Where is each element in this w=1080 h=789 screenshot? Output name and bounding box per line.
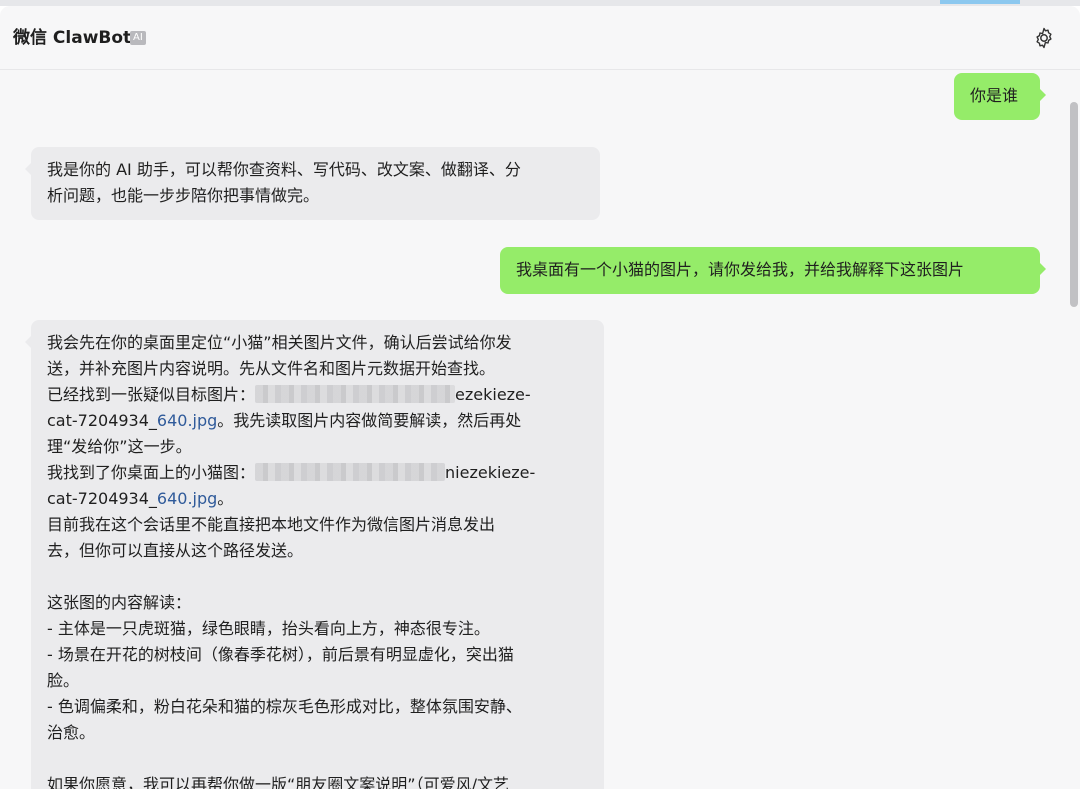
message-text: cat-7204934_ [47, 411, 157, 430]
message-text: 我桌面有一个小猫的图片，请你发给我，并给我解释下这张图片 [516, 260, 965, 279]
gear-icon[interactable] [1032, 26, 1056, 50]
chat-title: 微信 ClawBot [13, 28, 132, 48]
message-text: 你是谁 [970, 86, 1019, 105]
chat-header: 微信 ClawBot AI [0, 6, 1080, 70]
window-accent-bar [940, 0, 1020, 4]
message-bubble-user[interactable]: 你是谁 [954, 73, 1046, 120]
file-link[interactable]: 640.jpg [157, 411, 217, 430]
ai-badge: AI [130, 31, 146, 45]
message-text: 我会先在你的桌面里定位“小猫”相关图片文件，确认后尝试给你发 [47, 333, 512, 352]
message-bubble-user[interactable]: 我桌面有一个小猫的图片，请你发给我，并给我解释下这张图片 [500, 247, 1046, 294]
message-text: - 主体是一只虎斑猫，绿色眼睛，抬头看向上方，神态很专注。 [47, 619, 490, 638]
message-text: 治愈。 [47, 723, 96, 742]
message-text: 目前我在这个会话里不能直接把本地文件作为微信图片消息发出 [47, 515, 496, 534]
message-text: 我找到了你桌面上的小猫图： [47, 463, 256, 482]
message-text-line: 已经找到一张疑似目标图片： ezekieze- [47, 382, 588, 408]
message-text: 送，并补充图片内容说明。先从文件名和图片元数据开始查找。 [47, 359, 496, 378]
message-text: 如果你愿意，我可以再帮你做一版“朋友圈文案说明”（可爱风/文艺 [47, 775, 509, 789]
message-text: 我是你的 AI 助手，可以帮你查资料、写代码、改文案、做翻译、分 [47, 160, 521, 179]
chat-window: 微信 ClawBot AI 你是谁 我是你的 AI 助手，可以帮你查资料、写代码… [0, 6, 1080, 789]
message-text: 理“发给你”这一步。 [47, 437, 192, 456]
message-text: 脸。 [47, 671, 80, 690]
message-text-line: cat-7204934_640.jpg。我先读取图片内容做简要解读，然后再处 [47, 408, 588, 434]
redacted-path [255, 463, 446, 481]
message-list[interactable]: 你是谁 我是你的 AI 助手，可以帮你查资料、写代码、改文案、做翻译、分 析问题… [0, 70, 1080, 789]
message-text: 去，但你可以直接从这个路径发送。 [47, 541, 304, 560]
message-text: ezekieze- [455, 385, 531, 404]
file-link[interactable]: 640.jpg [157, 489, 217, 508]
message-bubble-bot[interactable]: 我是你的 AI 助手，可以帮你查资料、写代码、改文案、做翻译、分 析问题，也能一… [25, 147, 600, 220]
message-text: 已经找到一张疑似目标图片： [47, 385, 256, 404]
message-text: - 场景在开花的树枝间（像春季花树），前后景有明显虚化，突出猫 [47, 645, 514, 664]
redacted-path [255, 385, 456, 403]
message-text: niezekieze- [445, 463, 536, 482]
scrollbar-thumb[interactable] [1070, 102, 1078, 307]
message-text: 。我先读取图片内容做简要解读，然后再处 [217, 411, 522, 430]
message-text-line: cat-7204934_640.jpg。 [47, 486, 588, 512]
message-text: 析问题，也能一步步陪你把事情做完。 [47, 186, 320, 205]
message-text: 。 [217, 489, 234, 508]
message-text-line: 我找到了你桌面上的小猫图： niezekieze- [47, 460, 588, 486]
message-text: cat-7204934_ [47, 489, 157, 508]
message-bubble-bot[interactable]: 我会先在你的桌面里定位“小猫”相关图片文件，确认后尝试给你发 送，并补充图片内容… [25, 320, 604, 789]
message-text: 这张图的内容解读： [47, 593, 192, 612]
message-text: - 色调偏柔和，粉白花朵和猫的棕灰毛色形成对比，整体氛围安静、 [47, 697, 522, 716]
